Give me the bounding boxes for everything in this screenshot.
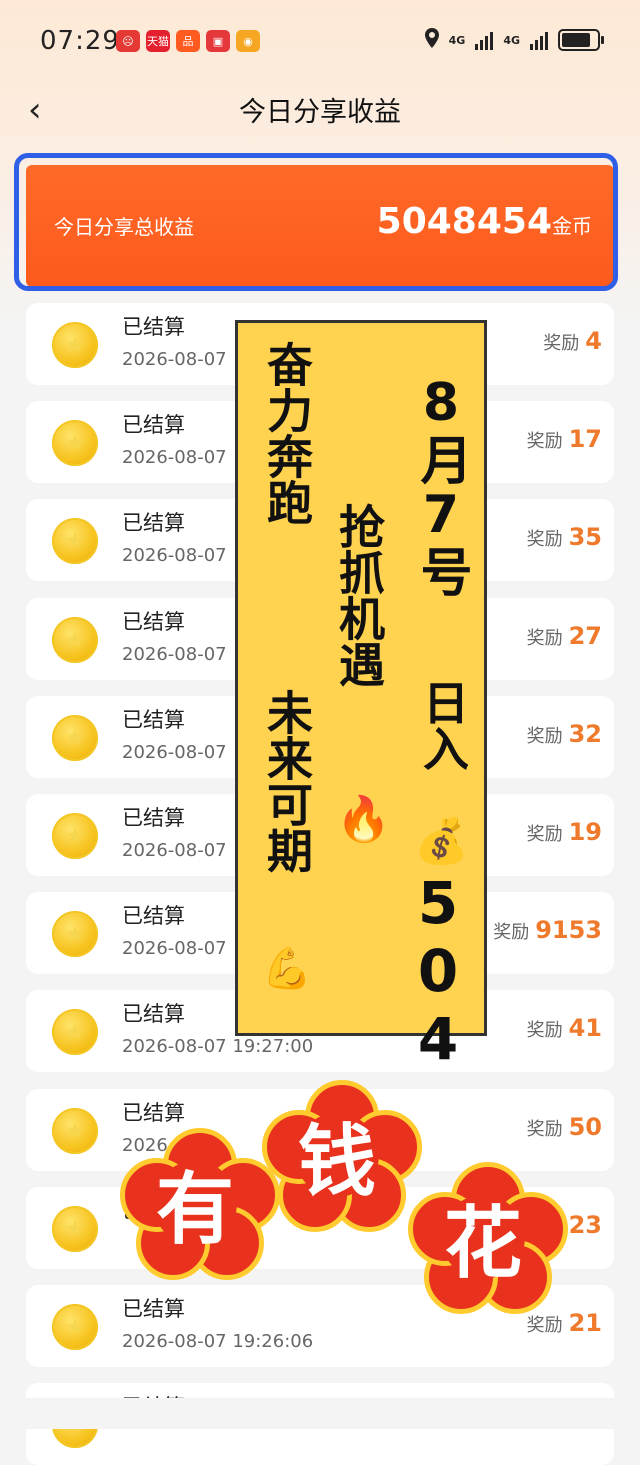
signal-icon-2 (530, 30, 548, 50)
coin-icon: ★ (52, 1206, 98, 1252)
money-bag-icon: 💰 (414, 816, 469, 867)
highlight-frame (14, 153, 618, 291)
coin-icon: ★ (52, 617, 98, 663)
network-label-1: 4G (448, 33, 466, 47)
sticker-flower-3: 花 (408, 1162, 568, 1314)
reward: 23 (563, 1211, 602, 1239)
reward-value: 9153 (535, 916, 602, 944)
slogan-daily-income: 日入 (416, 679, 470, 771)
battery-icon (558, 29, 604, 51)
reward: 奖励 32 (527, 720, 602, 748)
reward-label: 奖励 (543, 333, 580, 354)
coin-icon: ★ (52, 322, 98, 368)
app-red-square-icon: ▣ (206, 30, 230, 52)
settlement-status: 已结算 (122, 1002, 185, 1026)
settlement-status: 已结算 (122, 610, 185, 634)
slogan-amount: 504 (404, 869, 472, 1073)
slogan-poster: 奋力奔跑 未来可期 💪 抢抓机遇 🔥 8月7号 日入 💰 504 (235, 320, 487, 1073)
slogan-opportunity: 抢抓机遇 (332, 503, 386, 687)
tmall-icon: 天猫 (146, 30, 170, 52)
sticker-char-3: 花 (443, 1198, 522, 1289)
reward-label: 奖励 (526, 1119, 563, 1140)
status-right: 4G 4G (424, 28, 604, 52)
reward-value: 35 (568, 523, 602, 551)
reward: 奖励 19 (527, 818, 602, 846)
reward: 奖励 41 (527, 1014, 602, 1042)
reward-label: 奖励 (526, 726, 563, 747)
back-icon[interactable]: ‹ (28, 90, 42, 130)
reward-value: 23 (568, 1211, 602, 1239)
status-bar: 07:29 ☹ 天猫品 ▣ ◉ 4G 4G (0, 0, 640, 82)
coin-icon: ★ (52, 1108, 98, 1154)
reward-label: 奖励 (526, 529, 563, 550)
coin-icon: ★ (52, 518, 98, 564)
settlement-status: 已结算 (122, 1297, 185, 1321)
settlement-status: 已结算 (122, 904, 185, 928)
notification-app-icons: ☹ 天猫品 ▣ ◉ (116, 30, 260, 52)
record-time: 2026-08-07 (122, 840, 227, 861)
reward-label: 奖励 (526, 1020, 563, 1041)
reward-value: 27 (568, 622, 602, 650)
sticker-flower-2: 钱 (262, 1080, 422, 1232)
weibo-icon: ◉ (236, 30, 260, 52)
coin-icon: ★ (52, 420, 98, 466)
reward-value: 50 (568, 1113, 602, 1141)
reward-label: 奖励 (526, 431, 563, 452)
reward: 奖励 21 (527, 1309, 602, 1337)
muscle-icon: 💪 (262, 946, 312, 992)
bottom-edge (0, 1398, 640, 1429)
settlement-status: 已结算 (122, 413, 185, 437)
coin-icon: ★ (52, 1304, 98, 1350)
reward: 奖励 35 (527, 523, 602, 551)
reward-value: 32 (568, 720, 602, 748)
reward-label: 奖励 (493, 922, 530, 943)
settlement-status: 已结算 (122, 315, 185, 339)
settlement-status: 已结算 (122, 1101, 185, 1125)
reward: 奖励 27 (527, 622, 602, 650)
status-time: 07:29 (40, 26, 120, 56)
slogan-date: 8月7号 (411, 373, 471, 597)
reward-value: 21 (568, 1309, 602, 1337)
network-label-2: 4G (503, 33, 520, 47)
sticker-char-1: 有 (155, 1164, 234, 1255)
sad-face-icon: ☹ (116, 30, 140, 52)
record-time: 2026-08-07 (122, 545, 227, 566)
slogan-future: 未来可期 (260, 689, 314, 873)
reward-label: 奖励 (526, 628, 563, 649)
reward-value: 17 (568, 425, 602, 453)
coin-icon: ★ (52, 911, 98, 957)
coin-icon: ★ (52, 813, 98, 859)
reward-value: 19 (568, 818, 602, 846)
settlement-status: 已结算 (122, 806, 185, 830)
reward: 奖励 9153 (493, 916, 602, 944)
record-time: 2026-08-07 19:26:06 (122, 1331, 314, 1352)
reward: 奖励 50 (527, 1113, 602, 1141)
reward-value: 4 (585, 327, 602, 355)
coin-icon: ★ (52, 1009, 98, 1055)
sticker-char-2: 钱 (297, 1116, 376, 1207)
record-time: 2026-08-07 19:27:00 (122, 1036, 314, 1057)
record-time: 2026-08-07 (122, 644, 227, 665)
reward-value: 41 (568, 1014, 602, 1042)
reward-label: 奖励 (526, 1315, 563, 1336)
reward-label: 奖励 (526, 824, 563, 845)
fire-icon: 🔥 (336, 794, 391, 845)
reward: 奖励 4 (543, 327, 602, 355)
record-time: 2026-08-07 (122, 938, 227, 959)
slogan-run: 奋力奔跑 (260, 341, 314, 525)
app-orange-icon: 品 (176, 30, 200, 52)
location-icon (424, 28, 439, 52)
record-time: 2026-08-07 (122, 349, 227, 370)
page-title: 今日分享收益 (239, 97, 401, 128)
settlement-status: 已结算 (122, 708, 185, 732)
record-time: 2026-08-07 (122, 447, 227, 468)
coin-icon: ★ (52, 715, 98, 761)
settlement-status: 已结算 (122, 511, 185, 535)
reward: 奖励 17 (527, 425, 602, 453)
signal-icon-1 (475, 30, 494, 50)
record-time: 2026-08-07 (122, 742, 227, 763)
sticker-flower-1: 有 (120, 1128, 280, 1280)
